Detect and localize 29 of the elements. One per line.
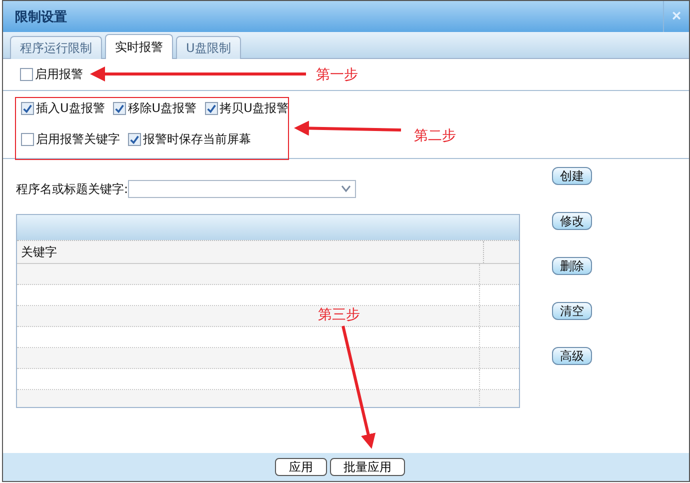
checkbox-label: 移除U盘报警 bbox=[128, 100, 197, 117]
checkbox-label: 插入U盘报警 bbox=[36, 100, 105, 117]
batch-apply-button[interactable]: 批量应用 bbox=[330, 458, 405, 476]
checkbox-label: 启用报警 bbox=[35, 66, 83, 83]
side-button[interactable]: 清空 bbox=[552, 302, 592, 320]
window-title: 限制设置 bbox=[15, 8, 67, 26]
checkbox[interactable] bbox=[112, 102, 126, 115]
side-button[interactable]: 高级 bbox=[552, 347, 592, 365]
dropdown-caret-icon bbox=[341, 185, 352, 193]
tab[interactable]: 程序运行限制 bbox=[10, 36, 102, 59]
checkbox-label: 报警时保存当前屏幕 bbox=[143, 131, 251, 148]
side-button[interactable]: 修改 bbox=[552, 212, 592, 230]
checkbox[interactable] bbox=[128, 133, 141, 146]
filter-label: 程序名或标题关键字: bbox=[16, 180, 128, 198]
checkbox[interactable] bbox=[21, 133, 34, 146]
checkbox-label: 启用报警关键字 bbox=[36, 131, 120, 148]
annotation-label: 第三步 bbox=[318, 306, 360, 324]
column-header: 关键字 bbox=[17, 241, 484, 263]
side-button[interactable]: 创建 bbox=[552, 167, 592, 185]
annotation-label: 第一步 bbox=[316, 66, 358, 84]
checkbox[interactable] bbox=[21, 102, 34, 115]
side-button[interactable]: 删除 bbox=[552, 257, 592, 275]
annotation-label: 第二步 bbox=[414, 127, 456, 145]
tab[interactable]: 实时报警 bbox=[105, 34, 173, 59]
checkbox-label: 拷贝U盘报警 bbox=[220, 100, 288, 117]
checkbox[interactable] bbox=[204, 102, 218, 115]
tab[interactable]: U盘限制 bbox=[176, 36, 241, 59]
checkbox[interactable] bbox=[20, 68, 33, 81]
apply-button[interactable]: 应用 bbox=[275, 458, 327, 476]
